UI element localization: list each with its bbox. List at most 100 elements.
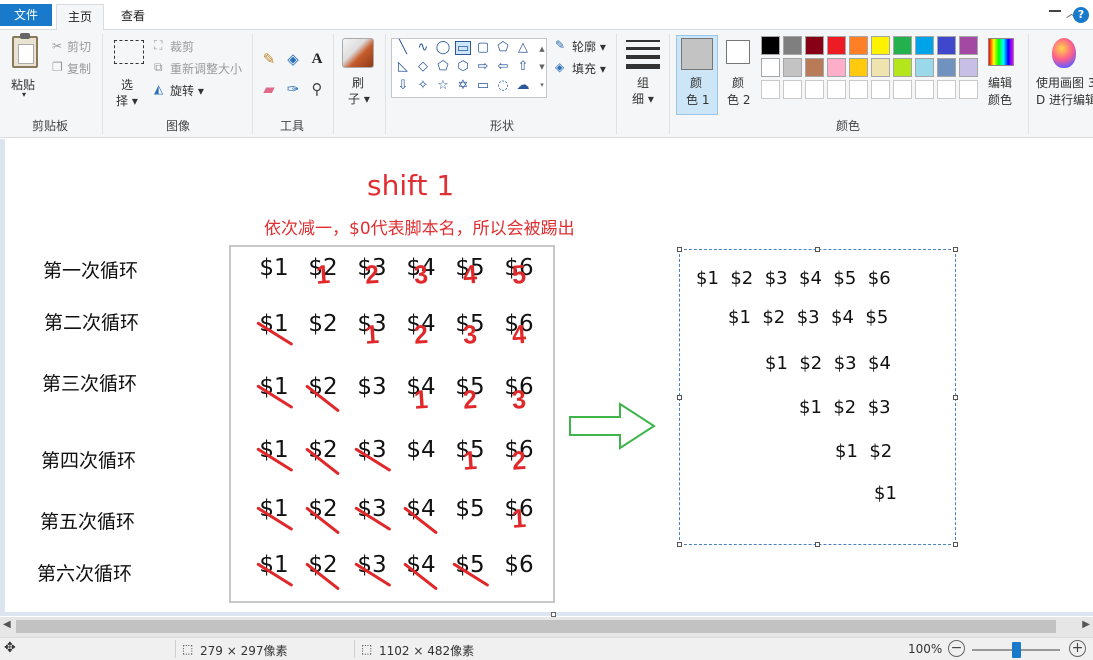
triangle-shape-icon[interactable]: △ [515,41,531,55]
rotate-button[interactable]: 旋转 ▾ [170,82,204,99]
crop-button[interactable]: 裁剪 [170,38,194,55]
fill-bucket-icon[interactable]: ◈ [284,50,302,68]
selection-handle[interactable] [677,395,682,400]
resize-button[interactable]: 重新调整大小 [170,60,242,77]
brush-icon[interactable] [342,38,374,68]
paint3d-button-label-2[interactable]: D 进行编辑 [1036,91,1093,108]
color1-swatch[interactable] [681,38,713,70]
tab-file[interactable]: 文件 [0,4,52,26]
palette-swatch[interactable] [805,80,824,99]
scroll-right-icon[interactable]: ▶ [1082,619,1090,630]
palette-swatch[interactable] [783,80,802,99]
paste-dropdown-icon[interactable]: ▾ [22,90,26,99]
palette-swatch[interactable] [849,80,868,99]
selection-handle[interactable] [953,395,958,400]
brushes-button[interactable]: 刷 [352,74,364,91]
palette-swatch[interactable] [849,58,868,77]
zoom-out-button[interactable]: − [948,640,965,657]
canvas-workspace[interactable]: shift 1 依次减一，$0代表脚本名，所以会被踢出 第一次循环 第二次循环 第三… [0,139,1093,617]
rectangle-shape-icon[interactable]: ▭ [455,41,471,56]
palette-swatch[interactable] [937,58,956,77]
size-button[interactable]: 组 [637,74,649,91]
palette-swatch[interactable] [761,58,780,77]
palette-swatch[interactable] [805,58,824,77]
selection-handle[interactable] [677,247,682,252]
pencil-icon[interactable]: ✎ [260,50,278,68]
palette-swatch[interactable] [871,36,890,55]
result-selection-box[interactable]: $1 $2 $3 $4 $5 $6 $1 $2 $3 $4 $5 $1 $2 $3 … [677,247,958,547]
palette-swatch[interactable] [871,58,890,77]
cloud-callout-shape-icon[interactable]: ☁ [515,79,531,93]
palette-swatch[interactable] [783,58,802,77]
selection-handle[interactable] [677,542,682,547]
copy-button[interactable]: 复制 [67,60,91,77]
palette-swatch[interactable] [827,80,846,99]
scrollbar-thumb[interactable] [16,620,1056,633]
diamond-shape-icon[interactable]: ◇ [415,60,431,74]
cut-button[interactable]: 剪切 [67,38,91,55]
palette-swatch[interactable] [849,36,868,55]
edit-colors-button[interactable]: 编辑 [988,74,1012,91]
callout-shape-icon[interactable]: ▭ [475,79,491,93]
tab-view[interactable]: 查看 [110,4,156,30]
palette-swatch[interactable] [959,58,978,77]
curve-shape-icon[interactable]: ∿ [415,41,431,55]
palette-swatch[interactable] [827,36,846,55]
oval-callout-shape-icon[interactable]: ◌ [495,79,511,93]
minimize-ribbon-icon[interactable] [1049,10,1061,12]
palette-swatch[interactable] [959,36,978,55]
paste-icon[interactable] [12,33,38,68]
color-picker-icon[interactable]: ✑ [284,80,302,98]
select-button[interactable]: 选 [121,76,133,93]
edit-colors-icon[interactable] [988,38,1014,66]
paint3d-button[interactable]: 使用画图 3 [1036,74,1093,91]
hexagon-shape-icon[interactable]: ⬡ [455,60,471,74]
right-triangle-shape-icon[interactable]: ◺ [395,60,411,74]
outline-button[interactable]: 轮廓 ▾ [572,38,606,55]
palette-swatch[interactable] [761,80,780,99]
palette-swatch[interactable] [959,80,978,99]
six-point-star-shape-icon[interactable]: ✡ [455,79,471,93]
palette-swatch[interactable] [893,80,912,99]
selection-handle[interactable] [953,542,958,547]
left-arrow-shape-icon[interactable]: ⇦ [495,60,511,74]
polygon-shape-icon[interactable]: ⬠ [495,41,511,55]
brushes-button-label-2[interactable]: 子 ▾ [348,90,370,107]
palette-swatch[interactable] [915,36,934,55]
color2-swatch[interactable] [726,40,750,64]
line-size-icon[interactable] [626,40,660,74]
shapes-gallery[interactable]: ╲ ∿ ◯ ▭ ▢ ⬠ △ ◺ ◇ ⬠ ⬡ ⇨ ⇦ ⇧ ⇩ ✧ ☆ ✡ ▭ ◌ … [391,38,547,98]
magnifier-icon[interactable]: ⚲ [308,80,326,98]
horizontal-scrollbar[interactable]: ◀ ▶ [0,617,1093,637]
zoom-in-button[interactable]: + [1069,640,1086,657]
palette-swatch[interactable] [937,36,956,55]
down-arrow-shape-icon[interactable]: ⇩ [395,79,411,93]
selection-handle[interactable] [953,247,958,252]
palette-swatch[interactable] [893,36,912,55]
eraser-icon[interactable]: ▰ [260,80,278,98]
palette-swatch[interactable] [761,36,780,55]
line-shape-icon[interactable]: ╲ [395,41,411,55]
five-point-star-shape-icon[interactable]: ☆ [435,79,451,93]
oval-shape-icon[interactable]: ◯ [435,41,451,55]
palette-swatch[interactable] [871,80,890,99]
rounded-rectangle-shape-icon[interactable]: ▢ [475,41,491,55]
select-icon[interactable] [114,40,144,64]
selection-handle[interactable] [815,247,820,252]
right-arrow-shape-icon[interactable]: ⇨ [475,60,491,74]
palette-swatch[interactable] [915,58,934,77]
zoom-slider-thumb[interactable] [1012,642,1021,658]
palette-swatch[interactable] [937,80,956,99]
help-icon[interactable]: ? [1073,7,1089,23]
palette-swatch[interactable] [893,58,912,77]
shapes-scroll-icon[interactable]: ▲ ▼ ▾ [537,40,547,96]
fill-button[interactable]: 填充 ▾ [572,60,606,77]
palette-swatch[interactable] [915,80,934,99]
four-point-star-shape-icon[interactable]: ✧ [415,79,431,93]
palette-swatch[interactable] [783,36,802,55]
edit-colors-button-label-2[interactable]: 颜色 [988,91,1012,108]
drawing-canvas[interactable]: shift 1 依次减一，$0代表脚本名，所以会被踢出 第一次循环 第二次循环 第三… [0,139,1093,612]
tab-home[interactable]: 主页 [56,4,104,30]
select-button-label-2[interactable]: 择 ▾ [116,92,138,109]
palette-swatch[interactable] [827,58,846,77]
